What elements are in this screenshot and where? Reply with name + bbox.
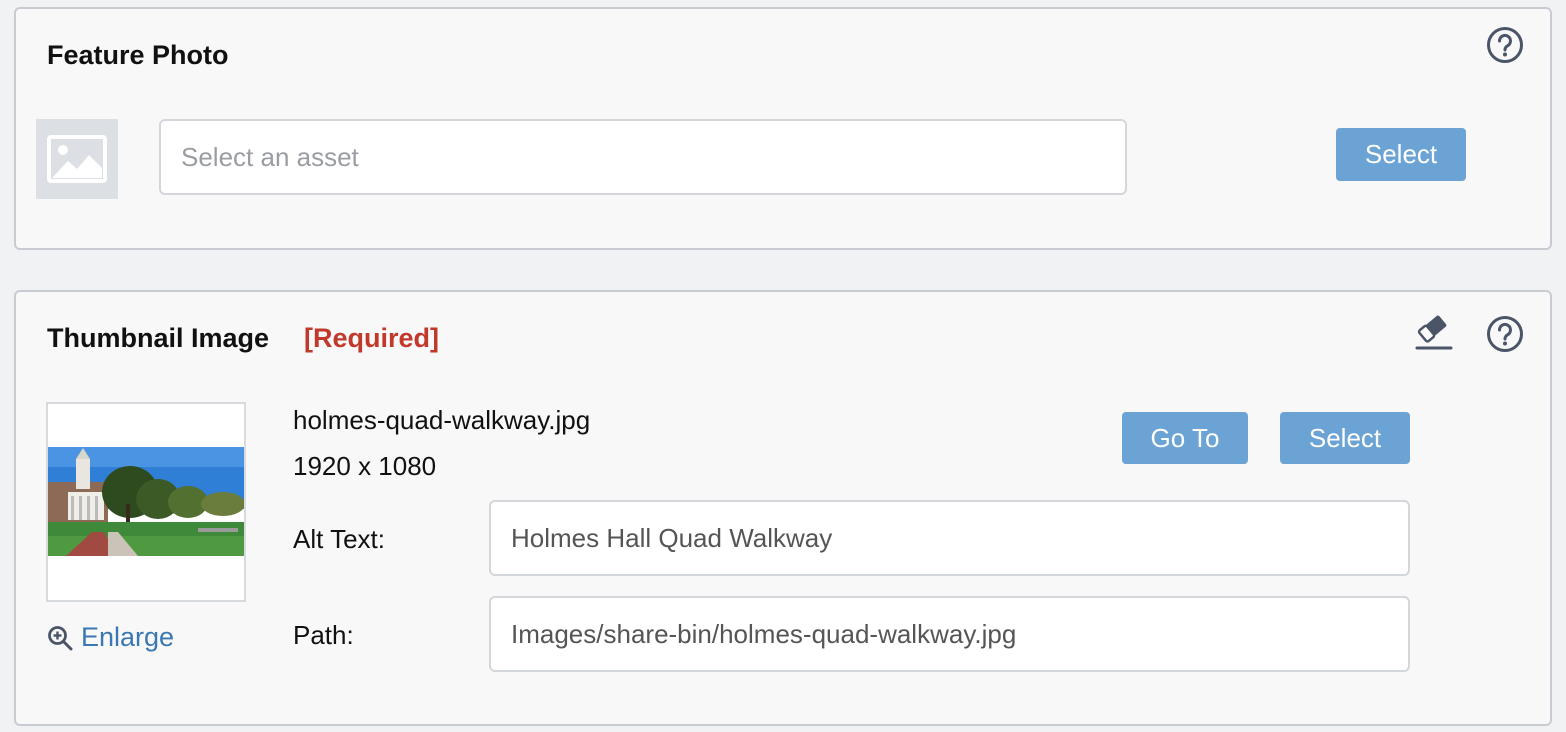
required-badge: [Required] — [304, 323, 439, 353]
feature-select-button[interactable]: Select — [1336, 128, 1466, 181]
image-dimensions: 1920 x 1080 — [293, 451, 437, 481]
feature-photo-title: Feature Photo — [47, 40, 229, 70]
alt-text-input[interactable]: Holmes Hall Quad Walkway — [489, 500, 1410, 576]
thumbnail-image-title: Thumbnail Image — [47, 323, 270, 353]
thumbnail-select-button[interactable]: Select — [1280, 412, 1410, 464]
path-input[interactable]: Images/share-bin/holmes-quad-walkway.jpg — [489, 596, 1410, 672]
image-placeholder — [36, 119, 118, 199]
file-name: holmes-quad-walkway.jpg — [293, 405, 591, 435]
enlarge-label: Enlarge — [81, 622, 175, 652]
thumbnail-image-panel: Thumbnail Image [Required] Enlarge holme… — [14, 290, 1552, 726]
path-label: Path: — [293, 620, 354, 650]
asset-input[interactable]: Select an asset — [159, 119, 1127, 195]
eraser-icon[interactable] — [1414, 312, 1454, 352]
zoom-in-icon — [48, 625, 73, 650]
help-icon[interactable] — [1486, 315, 1524, 353]
alt-text-label: Alt Text: — [293, 524, 386, 554]
goto-button[interactable]: Go To — [1122, 412, 1248, 464]
help-icon[interactable] — [1486, 26, 1524, 64]
feature-photo-panel: Feature Photo Select an asset Select — [14, 7, 1552, 250]
thumbnail-preview[interactable] — [46, 402, 246, 602]
enlarge-link[interactable]: Enlarge — [47, 622, 174, 653]
thumbnail-photo — [48, 447, 244, 556]
image-placeholder-icon — [47, 135, 107, 183]
